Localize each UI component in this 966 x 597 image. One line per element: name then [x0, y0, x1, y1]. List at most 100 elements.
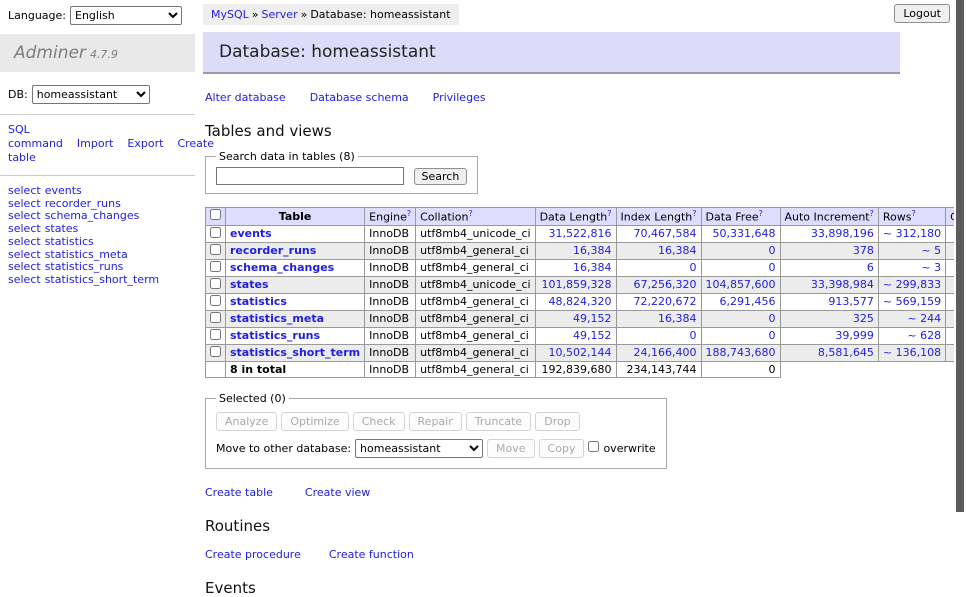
rows-link[interactable]: ~ 312,180 [883, 227, 941, 240]
sidebar-table-link-recorder-runs[interactable]: recorder_runs [45, 197, 121, 210]
auto-increment-link[interactable]: 33,898,196 [811, 227, 874, 240]
analyze-button[interactable]: Analyze [216, 412, 277, 431]
rows-link[interactable]: ~ 136,108 [883, 346, 941, 359]
search-button[interactable]: Search [414, 168, 468, 185]
sql-command-link[interactable]: SQL command [8, 123, 63, 150]
index-length-link[interactable]: 24,166,400 [634, 346, 697, 359]
check-button[interactable]: Check [353, 412, 405, 431]
rows-link[interactable]: ~ 299,833 [883, 278, 941, 291]
data-free-link[interactable]: 0 [769, 244, 776, 257]
sidebar-select-link[interactable]: select [8, 197, 41, 210]
index-length-link[interactable]: 67,256,320 [634, 278, 697, 291]
table-link[interactable]: statistics_meta [230, 312, 324, 325]
create-procedure-link[interactable]: Create procedure [205, 548, 301, 561]
drop-button[interactable]: Drop [535, 412, 579, 431]
table-link[interactable]: statistics [230, 295, 287, 308]
row-checkbox[interactable] [210, 227, 221, 238]
data-length-link[interactable]: 16,384 [573, 244, 612, 257]
vertical-scrollbar[interactable] [954, 0, 966, 543]
database-schema-link[interactable]: Database schema [310, 91, 409, 104]
move-button[interactable]: Move [487, 439, 535, 458]
row-checkbox[interactable] [210, 312, 221, 323]
sidebar-select-link[interactable]: select [8, 260, 41, 273]
breadcrumb-mysql-link[interactable]: MySQL [211, 8, 249, 21]
create-function-link[interactable]: Create function [329, 548, 414, 561]
alter-database-link[interactable]: Alter database [205, 91, 286, 104]
create-table-link[interactable]: Create table [205, 486, 273, 499]
data-length-link[interactable]: 31,522,816 [549, 227, 612, 240]
data-free-link[interactable]: 0 [769, 329, 776, 342]
table-link[interactable]: statistics_runs [230, 329, 320, 342]
index-length-link[interactable]: 0 [690, 261, 697, 274]
search-input[interactable] [216, 167, 404, 185]
app-version[interactable]: 4.7.9 [90, 48, 118, 61]
data-length-link[interactable]: 48,824,320 [549, 295, 612, 308]
index-length-link[interactable]: 70,467,584 [634, 227, 697, 240]
row-checkbox[interactable] [210, 261, 221, 272]
help-icon[interactable]: ? [468, 209, 472, 218]
rows-link[interactable]: ~ 5 [921, 244, 941, 257]
sidebar-select-link[interactable]: select [8, 273, 41, 286]
data-free-link[interactable]: 104,857,600 [706, 278, 776, 291]
sidebar-select-link[interactable]: select [8, 184, 41, 197]
export-link[interactable]: Export [127, 137, 163, 150]
auto-increment-link[interactable]: 39,999 [835, 329, 874, 342]
help-icon[interactable]: ? [692, 209, 696, 218]
data-length-link[interactable]: 49,152 [573, 312, 612, 325]
create-view-link[interactable]: Create view [305, 486, 370, 499]
row-checkbox[interactable] [210, 244, 221, 255]
row-checkbox[interactable] [210, 295, 221, 306]
row-checkbox[interactable] [210, 329, 221, 340]
rows-link[interactable]: ~ 628 [907, 329, 941, 342]
truncate-button[interactable]: Truncate [466, 412, 531, 431]
sidebar-table-link-schema-changes[interactable]: schema_changes [45, 209, 140, 222]
data-length-link[interactable]: 16,384 [573, 261, 612, 274]
copy-button[interactable]: Copy [539, 439, 585, 458]
select-all-checkbox[interactable] [210, 209, 221, 220]
sidebar-table-link-statistics-runs[interactable]: statistics_runs [45, 260, 124, 273]
table-link[interactable]: states [230, 278, 269, 291]
index-length-link[interactable]: 16,384 [658, 244, 697, 257]
optimize-button[interactable]: Optimize [281, 412, 348, 431]
data-length-link[interactable]: 49,152 [573, 329, 612, 342]
row-checkbox[interactable] [210, 346, 221, 357]
data-free-link[interactable]: 6,291,456 [720, 295, 776, 308]
logout-button[interactable]: Logout [894, 4, 950, 23]
rows-link[interactable]: ~ 244 [907, 312, 941, 325]
auto-increment-link[interactable]: 325 [853, 312, 874, 325]
table-link[interactable]: schema_changes [230, 261, 334, 274]
index-length-link[interactable]: 0 [690, 329, 697, 342]
import-link[interactable]: Import [77, 137, 114, 150]
help-icon[interactable]: ? [607, 209, 611, 218]
rows-link[interactable]: ~ 3 [921, 261, 941, 274]
sidebar-select-link[interactable]: select [8, 248, 41, 261]
scrollbar-thumb[interactable] [956, 0, 964, 512]
sidebar-table-link-statistics-meta[interactable]: statistics_meta [45, 248, 128, 261]
data-length-link[interactable]: 10,502,144 [549, 346, 612, 359]
move-database-select[interactable]: homeassistant [355, 439, 483, 458]
overwrite-checkbox[interactable] [588, 441, 599, 452]
auto-increment-link[interactable]: 378 [853, 244, 874, 257]
sidebar-table-link-events[interactable]: events [45, 184, 82, 197]
auto-increment-link[interactable]: 33,398,984 [811, 278, 874, 291]
index-length-link[interactable]: 16,384 [658, 312, 697, 325]
sidebar-select-link[interactable]: select [8, 235, 41, 248]
row-checkbox[interactable] [210, 278, 221, 289]
auto-increment-link[interactable]: 8,581,645 [818, 346, 874, 359]
help-icon[interactable]: ? [759, 209, 763, 218]
data-free-link[interactable]: 188,743,680 [706, 346, 776, 359]
db-select[interactable]: homeassistant [32, 85, 150, 104]
rows-link[interactable]: ~ 569,159 [883, 295, 941, 308]
language-select[interactable]: English [70, 6, 182, 25]
sidebar-table-link-statistics-short-term[interactable]: statistics_short_term [45, 273, 159, 286]
table-link[interactable]: events [230, 227, 272, 240]
auto-increment-link[interactable]: 6 [867, 261, 874, 274]
index-length-link[interactable]: 72,220,672 [634, 295, 697, 308]
help-icon[interactable]: ? [911, 209, 915, 218]
sidebar-select-link[interactable]: select [8, 209, 41, 222]
breadcrumb-server-link[interactable]: Server [262, 8, 298, 21]
data-length-link[interactable]: 101,859,328 [542, 278, 612, 291]
data-free-link[interactable]: 0 [769, 312, 776, 325]
table-link[interactable]: recorder_runs [230, 244, 316, 257]
sidebar-table-link-statistics[interactable]: statistics [45, 235, 94, 248]
